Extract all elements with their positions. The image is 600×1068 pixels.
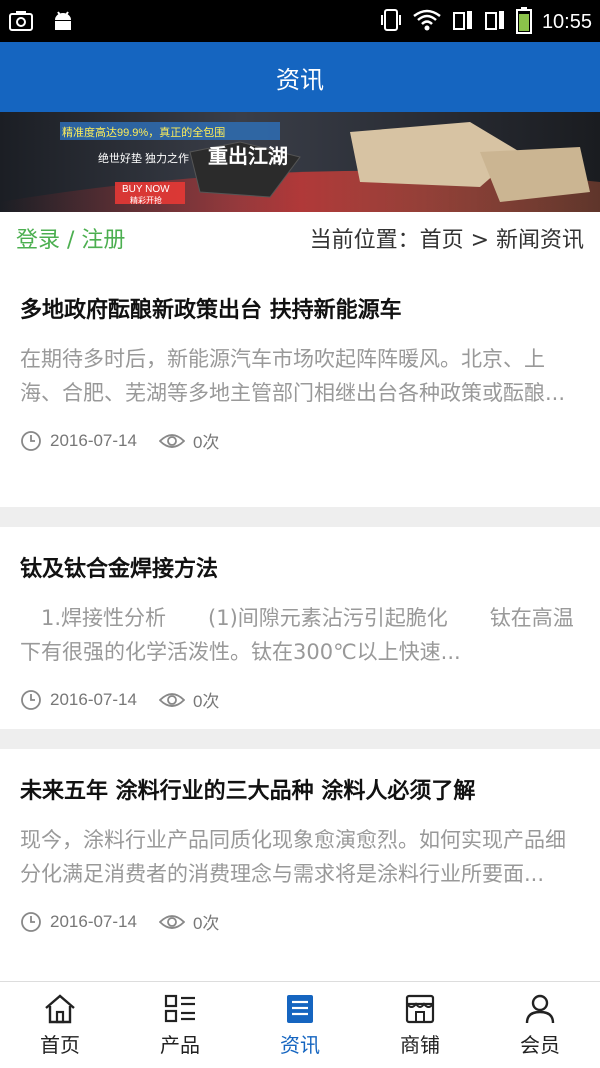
app-bar: 资讯 <box>0 42 600 112</box>
article-title: 钛及钛合金焊接方法 <box>20 557 219 582</box>
home-icon <box>45 993 75 1023</box>
banner-slogan: 重出江湖 <box>208 144 288 168</box>
banner-buy-now-sub: 精彩开抢 <box>130 196 162 205</box>
sim2-signal-icon <box>484 7 506 37</box>
card-divider <box>0 507 600 527</box>
clock-icon <box>21 430 41 451</box>
store-icon <box>405 994 435 1023</box>
tab-news-label: 资讯 <box>280 1032 320 1057</box>
product-grid-icon <box>164 994 195 1022</box>
tab-home[interactable]: 首页 <box>0 982 120 1068</box>
article-views: 0次 <box>192 914 220 933</box>
wifi-icon <box>412 7 442 37</box>
article-meta: 2016-07-14 0次 <box>20 428 580 453</box>
article-views: 0次 <box>192 433 220 452</box>
clock-icon <box>21 911 41 932</box>
article-summary: 1.焊接性分析 (1)间隙元素沾污引起脆化 钛在高温下有很强的化学活泼性。钛在3… <box>20 606 574 664</box>
article-title: 多地政府酝酿新政策出台 扶持新能源车 <box>20 298 402 323</box>
login-register-link[interactable]: 登录 / 注册 <box>16 222 125 254</box>
article-summary: 现今，涂料行业产品同质化现象愈演愈烈。如何实现产品细分化满足消费者的消费理念与需… <box>20 828 566 886</box>
article-views: 0次 <box>192 692 220 711</box>
user-icon <box>525 994 555 1023</box>
tab-store-label: 商铺 <box>400 1032 440 1057</box>
article-meta: 2016-07-14 0次 <box>20 687 580 712</box>
article-date: 2016-07-14 <box>50 430 137 450</box>
banner-buy-now: BUY NOW <box>122 184 170 195</box>
tab-member[interactable]: 会员 <box>480 982 600 1068</box>
screenshot-icon <box>8 8 34 38</box>
sim1-signal-icon <box>452 7 474 37</box>
article-card[interactable]: 多地政府酝酿新政策出台 扶持新能源车 在期待多时后，新能源汽车市场吹起阵阵暖风。… <box>0 264 600 507</box>
banner-tag-slogan-small: 绝世好垫 独力之作 <box>98 153 190 165</box>
banner-tag-accuracy: 精准度高达99.9%，真正的全包围 <box>62 127 226 139</box>
article-meta: 2016-07-14 0次 <box>20 909 580 934</box>
article-summary: 在期待多时后，新能源汽车市场吹起阵阵暖风。北京、上海、合肥、芜湖等多地主管部门相… <box>20 347 566 405</box>
tab-products[interactable]: 产品 <box>120 982 240 1068</box>
bottom-tab-bar: 首页 产品 资讯 商铺 会员 <box>0 981 600 1068</box>
eye-icon <box>158 692 185 707</box>
article-date: 2016-07-14 <box>50 689 137 709</box>
card-divider <box>0 729 600 749</box>
article-title: 未来五年 涂料行业的三大品种 涂料人必须了解 <box>20 779 476 804</box>
tab-news[interactable]: 资讯 <box>240 982 360 1068</box>
eye-icon <box>158 433 185 448</box>
android-icon <box>50 8 76 38</box>
tab-home-label: 首页 <box>40 1032 80 1057</box>
article-date: 2016-07-14 <box>50 911 137 931</box>
tab-member-label: 会员 <box>520 1032 560 1057</box>
clock-icon <box>21 689 41 710</box>
breadcrumb: 当前位置：首页 > 新闻资讯 <box>309 228 584 253</box>
vibrate-icon <box>380 7 402 37</box>
page-title: 资讯 <box>276 65 324 94</box>
clock-time: 10:55 <box>541 10 592 33</box>
login-breadcrumb-bar: 登录 / 注册 当前位置：首页 > 新闻资讯 <box>0 212 600 264</box>
eye-icon <box>158 914 185 929</box>
tab-products-label: 产品 <box>160 1032 200 1057</box>
promo-banner[interactable]: 精准度高达99.9%，真正的全包围 绝世好垫 独力之作 重出江湖 BUY NOW… <box>0 112 600 212</box>
article-card[interactable]: 钛及钛合金焊接方法 1.焊接性分析 (1)间隙元素沾污引起脆化 钛在高温下有很强… <box>0 527 600 729</box>
battery-icon <box>515 6 532 38</box>
tab-store[interactable]: 商铺 <box>360 982 480 1068</box>
article-list: 多地政府酝酿新政策出台 扶持新能源车 在期待多时后，新能源汽车市场吹起阵阵暖风。… <box>0 264 600 1001</box>
status-bar: 10:55 <box>0 0 600 42</box>
news-icon <box>287 994 313 1023</box>
article-card[interactable]: 未来五年 涂料行业的三大品种 涂料人必须了解 现今，涂料行业产品同质化现象愈演愈… <box>0 749 600 1001</box>
